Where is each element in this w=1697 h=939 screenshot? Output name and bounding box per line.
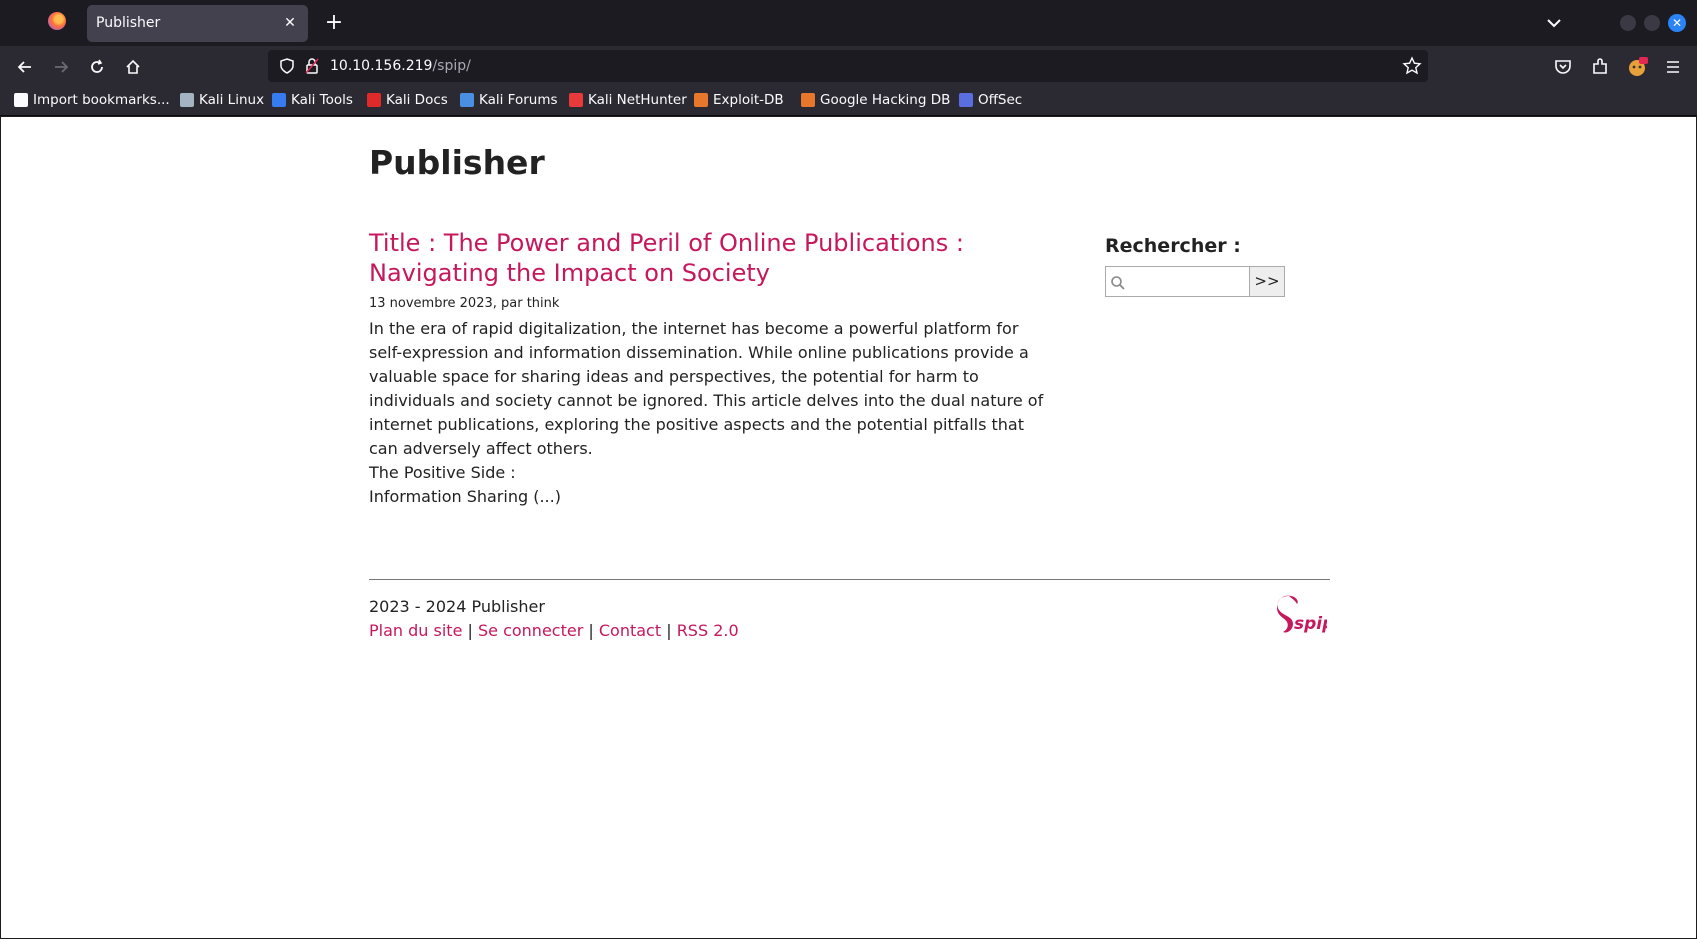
pocket-icon[interactable] <box>1552 56 1574 78</box>
spip-logo[interactable]: spip <box>1271 594 1327 636</box>
reload-icon[interactable] <box>84 54 110 80</box>
forward-icon <box>48 54 74 80</box>
bookmark-offsec-icon <box>959 93 973 107</box>
bookmark-kali-linux-icon <box>180 93 194 107</box>
maximize-icon[interactable] <box>1644 15 1660 31</box>
article-intro-paragraph: In the era of rapid digitalization, the … <box>369 319 1044 458</box>
bookmark-google-hacking-db[interactable]: Google Hacking DB <box>801 92 950 108</box>
firefox-icon[interactable] <box>48 12 66 30</box>
bookmark-kali-nethunter-icon <box>569 93 583 107</box>
tab-bar: Publisher ✕ + ✕ <box>0 0 1697 46</box>
footer-link-contact[interactable]: Contact <box>599 621 661 640</box>
article-intro-line: The Positive Side : <box>369 463 516 482</box>
bookmark-label: Kali Tools <box>291 92 353 108</box>
bookmark-kali-nethunter[interactable]: Kali NetHunter <box>569 92 687 108</box>
article-meta: 13 novembre 2023, par think <box>369 296 560 311</box>
search-input[interactable] <box>1105 266 1250 297</box>
footer-copyright: 2023 - 2024 Publisher <box>369 597 545 616</box>
footer-separator: | <box>467 621 473 640</box>
minimize-icon[interactable] <box>1620 15 1636 31</box>
bookmark-label: OffSec <box>978 92 1023 108</box>
bookmark-kali-linux[interactable]: Kali Linux <box>180 92 264 108</box>
article-intro-line: Information Sharing (...) <box>369 487 561 506</box>
url-path: /spip/ <box>432 58 471 74</box>
bookmark-label: Kali Forums <box>479 92 558 108</box>
footer-separator: | <box>666 621 672 640</box>
home-icon[interactable] <box>120 54 146 80</box>
article-intro: In the era of rapid digitalization, the … <box>369 317 1049 509</box>
search-label: Rechercher : <box>1105 235 1241 257</box>
bookmark-exploit-db[interactable]: Exploit-DB <box>694 92 784 108</box>
bookmark-label: Kali NetHunter <box>588 92 687 108</box>
url-bar[interactable]: 10.10.156.219/spip/ <box>268 50 1428 82</box>
new-tab-icon[interactable]: + <box>320 9 348 37</box>
bookmark-label: Exploit-DB <box>713 92 784 108</box>
article-title-link[interactable]: Title : The Power and Peril of Online Pu… <box>369 228 1009 288</box>
navigation-toolbar: 10.10.156.219/spip/ <box>0 46 1697 86</box>
svg-text:spip: spip <box>1294 614 1327 634</box>
bookmark-exploit-db-icon <box>694 93 708 107</box>
shield-icon[interactable] <box>278 57 296 75</box>
window-close-icon[interactable]: ✕ <box>1668 14 1686 32</box>
bookmark-google-hacking-db-icon <box>801 93 815 107</box>
lock-icon[interactable] <box>304 57 320 75</box>
web-page: Publisher Title : The Power and Peril of… <box>1 117 1696 938</box>
back-icon[interactable] <box>12 54 38 80</box>
tab-title: Publisher <box>96 15 161 31</box>
chevron-down-icon[interactable] <box>1543 12 1565 34</box>
url-text[interactable]: 10.10.156.219/spip/ <box>330 58 471 74</box>
footer-link-plan-du-site[interactable]: Plan du site <box>369 621 462 640</box>
tab-close-icon[interactable]: ✕ <box>280 13 300 33</box>
footer-link-rss[interactable]: RSS 2.0 <box>677 621 739 640</box>
bookmark-kali-forums[interactable]: Kali Forums <box>460 92 558 108</box>
bookmark-import-icon <box>14 93 28 107</box>
bookmark-kali-tools[interactable]: Kali Tools <box>272 92 353 108</box>
menu-icon[interactable] <box>1662 56 1684 78</box>
bookmark-offsec[interactable]: OffSec <box>959 92 1022 108</box>
bookmark-star-icon[interactable] <box>1402 56 1422 76</box>
search-icon <box>1111 276 1125 290</box>
bookmark-kali-tools-icon <box>272 93 286 107</box>
extensions-icon[interactable] <box>1589 56 1611 78</box>
bookmark-label: Import bookmarks... <box>33 92 170 108</box>
footer-divider <box>369 579 1330 580</box>
footer-link-se-connecter[interactable]: Se connecter <box>478 621 583 640</box>
tab-publisher[interactable]: Publisher ✕ <box>87 5 308 42</box>
bookmark-kali-docs[interactable]: Kali Docs <box>367 92 448 108</box>
bookmark-kali-docs-icon <box>367 93 381 107</box>
bookmark-kali-forums-icon <box>460 93 474 107</box>
bookmark-label: Kali Docs <box>386 92 448 108</box>
footer-separator: | <box>588 621 594 640</box>
bookmark-label: Google Hacking DB <box>820 92 951 108</box>
site-title[interactable]: Publisher <box>369 143 545 182</box>
bookmarks-toolbar: Import bookmarks... Kali Linux Kali Tools K… <box>0 86 1697 116</box>
search-submit-button[interactable]: >> <box>1249 266 1285 297</box>
account-avatar-icon[interactable] <box>1626 56 1648 78</box>
bookmark-import[interactable]: Import bookmarks... <box>14 92 170 108</box>
footer-links: Plan du site | Se connecter | Contact | … <box>369 621 739 640</box>
bookmark-label: Kali Linux <box>199 92 265 108</box>
url-host: 10.10.156.219 <box>330 58 433 74</box>
